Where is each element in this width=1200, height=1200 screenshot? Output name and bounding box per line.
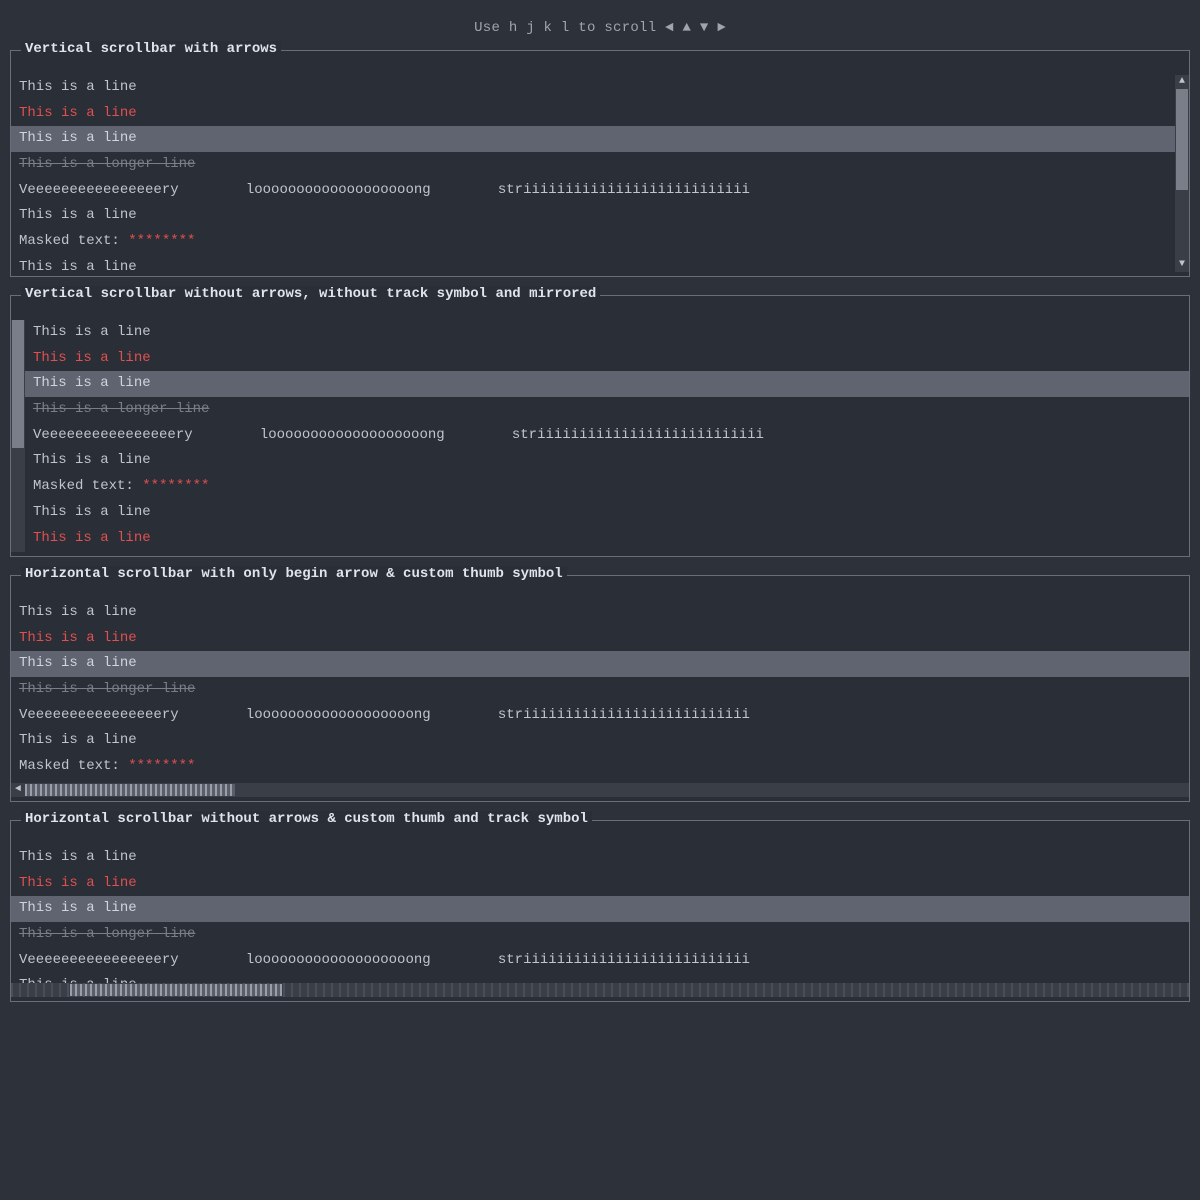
- scrollbar-thumb[interactable]: [1176, 89, 1188, 190]
- list-item: This is a line: [25, 448, 1189, 474]
- list-item: This is a line: [11, 126, 1175, 152]
- list-item: This is a longer line: [11, 922, 1189, 948]
- list-item: This is a longer line: [11, 677, 1189, 703]
- scrollbar-thumb[interactable]: [12, 320, 24, 448]
- list-item: This is a line: [11, 845, 1189, 871]
- list-item: This is a line: [25, 526, 1189, 552]
- panel-horizontal-noarrow-custom: Horizontal scrollbar without arrows & cu…: [10, 820, 1190, 1002]
- list-item: Masked text: ********: [11, 229, 1175, 255]
- panel1-lines: This is a line This is a line This is a …: [11, 75, 1175, 276]
- scrollbar-up-arrow[interactable]: ▲: [1175, 75, 1189, 89]
- panel-horizontal-begin-arrow: Horizontal scrollbar with only begin arr…: [10, 575, 1190, 802]
- list-item: Masked text: ********: [25, 474, 1189, 500]
- list-item: This is a line: [25, 371, 1189, 397]
- scrollbar-track: [25, 783, 1189, 797]
- panel3-title: Horizontal scrollbar with only begin arr…: [21, 566, 567, 582]
- list-item: This is a longer line: [11, 152, 1175, 178]
- list-item: Masked text: ********: [11, 754, 1189, 780]
- list-item: This is a line: [11, 75, 1175, 101]
- scrollbar-thumb-custom[interactable]: [70, 984, 282, 996]
- scrollbar-thumb[interactable]: [25, 784, 235, 796]
- panel1-title: Vertical scrollbar with arrows: [21, 41, 281, 57]
- masked-value: ********: [128, 758, 195, 774]
- list-item: This is a line: [25, 500, 1189, 526]
- list-item: Veeeeeeeeeeeeeeeery looooooooooooooooooo…: [11, 178, 1175, 204]
- panel2-title: Vertical scrollbar without arrows, witho…: [21, 286, 600, 302]
- scrollbar-down-arrow[interactable]: ▼: [1175, 258, 1189, 272]
- list-item: This is a line: [25, 320, 1189, 346]
- list-item: This is a line: [11, 101, 1175, 127]
- masked-value: ********: [128, 233, 195, 249]
- vertical-scrollbar-left[interactable]: [11, 320, 25, 552]
- list-item: This is a line: [11, 871, 1189, 897]
- scrollbar-left-arrow[interactable]: ◄: [11, 783, 25, 797]
- list-item: This is a line: [11, 600, 1189, 626]
- scrollbar-track: [1175, 89, 1189, 258]
- list-item: This is a line: [25, 346, 1189, 372]
- panel4-title: Horizontal scrollbar without arrows & cu…: [21, 811, 592, 827]
- list-item: This is a line: [11, 203, 1175, 229]
- list-item: This is a line: [11, 973, 1189, 983]
- list-item: This is a line: [11, 626, 1189, 652]
- list-item: Veeeeeeeeeeeeeeeery looooooooooooooooooo…: [11, 948, 1189, 974]
- panel-vertical-noarrow-mirrored: Vertical scrollbar without arrows, witho…: [10, 295, 1190, 557]
- panel-vertical-arrows: Vertical scrollbar with arrows This is a…: [10, 50, 1190, 277]
- horizontal-scrollbar-noarrow[interactable]: [11, 983, 1189, 997]
- vertical-scrollbar[interactable]: ▲ ▼: [1175, 75, 1189, 272]
- list-item: Veeeeeeeeeeeeeeeery looooooooooooooooooo…: [25, 423, 1189, 449]
- list-item: This is a line: [11, 255, 1175, 276]
- list-item: This is a line: [11, 896, 1189, 922]
- list-item: Veeeeeeeeeeeeeeeery looooooooooooooooooo…: [11, 703, 1189, 729]
- panel3-lines: This is a line This is a line This is a …: [11, 600, 1189, 783]
- panel2-lines: This is a line This is a line This is a …: [25, 320, 1189, 552]
- list-item: This is a line: [11, 651, 1189, 677]
- list-item: This is a longer line: [25, 397, 1189, 423]
- masked-value: ********: [142, 478, 209, 494]
- horizontal-scrollbar[interactable]: ◄: [11, 783, 1189, 797]
- panel4-lines: This is a line This is a line This is a …: [11, 845, 1189, 983]
- list-item: This is a line: [11, 728, 1189, 754]
